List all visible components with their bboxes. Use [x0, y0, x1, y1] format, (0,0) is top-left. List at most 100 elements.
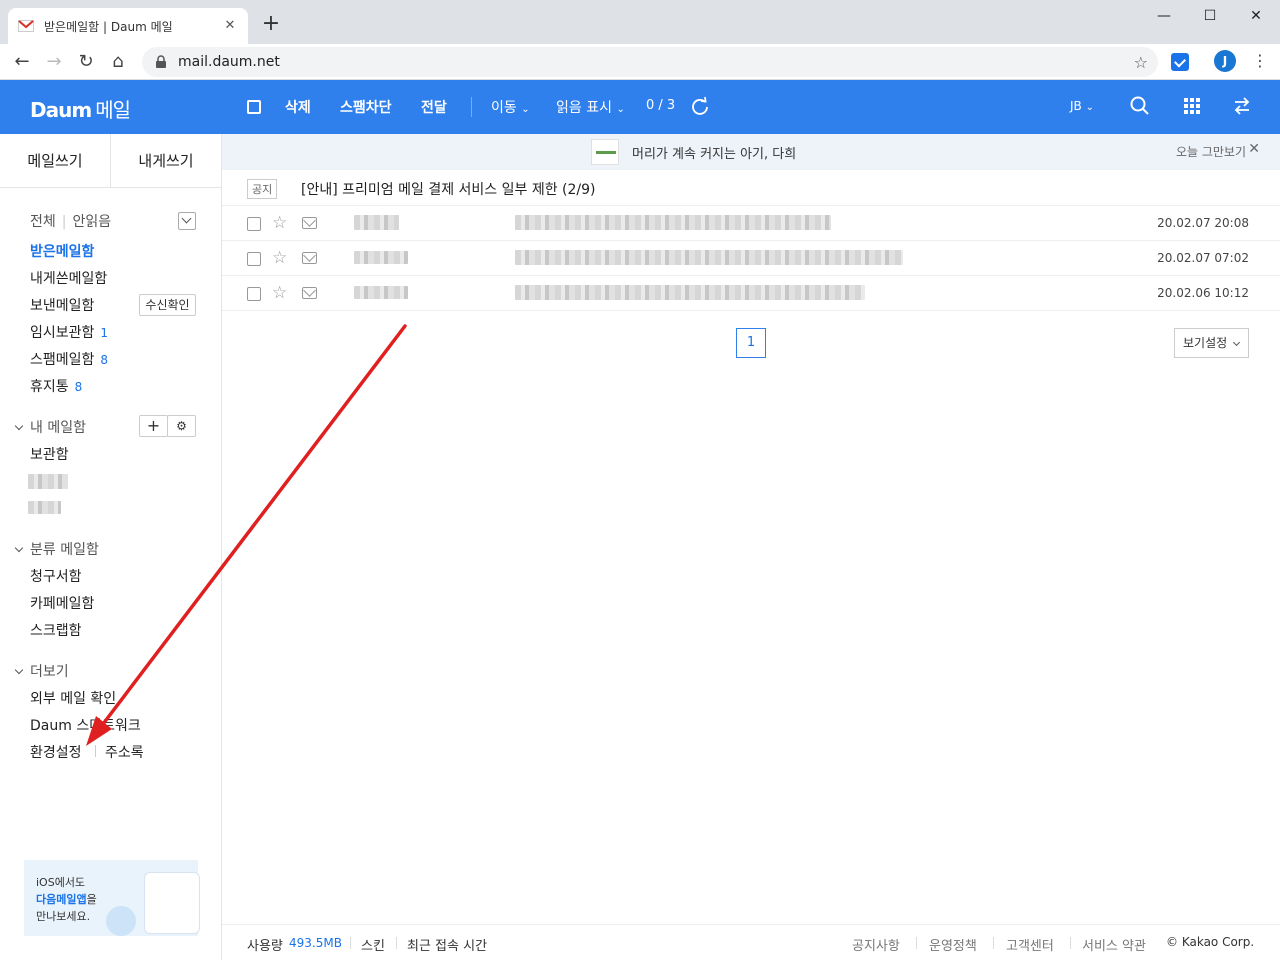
search-icon[interactable] — [1128, 94, 1152, 118]
star-icon[interactable]: ☆ — [272, 213, 287, 233]
notice-tag: 공지 — [247, 179, 278, 199]
browser-menu-icon[interactable]: ⋮ — [1252, 50, 1268, 72]
mailbox-label: 임시보관함 — [30, 325, 95, 341]
category-header[interactable]: 분류 메일함 — [14, 539, 99, 559]
filter-unread[interactable]: 안읽음 — [72, 214, 111, 230]
external-mail-link[interactable]: 외부 메일 확인 — [30, 688, 116, 708]
reload-icon[interactable]: ↻ — [72, 48, 100, 76]
mailbox-scrap[interactable]: 스크랩함 — [30, 620, 82, 640]
close-window-icon[interactable]: ✕ — [1233, 4, 1279, 28]
my-mailbox-header[interactable]: 내 메일함 — [14, 417, 86, 437]
receipt-check-button[interactable]: 수신확인 — [139, 294, 196, 316]
usage-value[interactable]: 493.5MB — [289, 936, 342, 950]
footer-divider — [1070, 937, 1071, 949]
maximize-icon[interactable]: ☐ — [1187, 4, 1233, 28]
blurred-folder[interactable] — [28, 501, 61, 514]
skin-link[interactable]: 스킨 — [361, 935, 385, 954]
section-label: 분류 메일함 — [30, 542, 99, 558]
mail-row[interactable]: ☆ 20.02.07 20:08 — [222, 206, 1280, 241]
mail-checkbox[interactable] — [247, 217, 261, 231]
select-all-checkbox[interactable] — [247, 100, 261, 114]
mailbox-sent[interactable]: 보낸메일함 — [30, 295, 94, 315]
read-mark-label: 읽음 표시 — [556, 100, 612, 116]
mailbox-spam[interactable]: 스팸메일함 8 — [30, 349, 108, 369]
spam-block-button[interactable]: 스팸차단 — [340, 97, 392, 117]
delete-button[interactable]: 삭제 — [285, 97, 311, 117]
app-promo-banner[interactable]: iOS에서도 다음메일앱을 만나보세요. — [24, 860, 200, 936]
browser-titlebar: 받은메일함 | Daum 메일 ✕ + — ☐ ✕ — [0, 0, 1280, 44]
bookmark-star-icon[interactable]: ☆ — [1134, 53, 1148, 72]
address-bar[interactable]: mail.daum.net ☆ — [142, 47, 1158, 77]
forward-icon[interactable]: → — [40, 48, 68, 76]
notice-text[interactable]: [안내] 프리미엄 메일 결제 서비스 일부 제한 (2/9) — [301, 179, 596, 199]
close-tab-icon[interactable]: ✕ — [222, 18, 238, 34]
mail-row[interactable]: ☆ 20.02.06 10:12 — [222, 276, 1280, 311]
chevron-down-icon — [14, 421, 24, 431]
mailbox-cafe[interactable]: 카페메일함 — [30, 593, 94, 613]
refresh-icon[interactable] — [688, 94, 712, 118]
browser-toolbar: ← → ↻ ⌂ mail.daum.net ☆ — [0, 44, 1280, 80]
page-button[interactable]: 1 — [736, 328, 766, 358]
footer-terms-link[interactable]: 서비스 약관 — [1082, 935, 1146, 954]
profile-avatar[interactable]: J — [1214, 50, 1236, 72]
ad-banner[interactable]: 머리가 계속 커지는 아기, 다희 오늘 그만보기 ✕ — [222, 134, 1280, 170]
star-icon[interactable]: ☆ — [272, 248, 287, 268]
gear-icon[interactable]: ⚙ — [167, 415, 196, 437]
settings-link[interactable]: 환경설정 — [30, 742, 82, 762]
switch-arrows-icon[interactable] — [1230, 94, 1254, 118]
mailbox-bills[interactable]: 청구서함 — [30, 566, 82, 586]
read-mark-dropdown[interactable]: 읽음 표시 ⌄ — [556, 97, 625, 117]
ad-dismiss-today[interactable]: 오늘 그만보기 — [1176, 143, 1246, 160]
ad-logo — [591, 139, 619, 165]
logo-text: Daum — [30, 98, 92, 122]
compose-self-button[interactable]: 내게쓰기 — [110, 134, 221, 187]
mail-checkbox[interactable] — [247, 287, 261, 301]
section-label: 더보기 — [30, 664, 69, 680]
mailbox-inbox[interactable]: 받은메일함 — [30, 241, 94, 261]
home-icon[interactable]: ⌂ — [104, 48, 132, 76]
last-login-link[interactable]: 최근 접속 시간 — [407, 935, 487, 954]
browser-tab[interactable]: 받은메일함 | Daum 메일 ✕ — [8, 8, 248, 44]
blurred-subject[interactable] — [515, 215, 831, 230]
promo-line3: 만나보세요. — [36, 910, 91, 923]
apps-grid-icon[interactable] — [1180, 94, 1204, 118]
new-tab-icon[interactable]: + — [260, 13, 282, 36]
blurred-subject[interactable] — [515, 250, 903, 265]
add-folder-button[interactable]: + — [139, 415, 168, 437]
view-settings-dropdown[interactable]: 보기설정 — [1174, 328, 1249, 358]
footer-support-link[interactable]: 고객센터 — [1006, 935, 1054, 954]
filter-all[interactable]: 전체 — [30, 214, 56, 230]
promo-text: iOS에서도 다음메일앱을 만나보세요. — [36, 874, 97, 925]
mailbox-trash[interactable]: 휴지통 8 — [30, 376, 82, 396]
compose-button[interactable]: 메일쓰기 — [0, 134, 110, 187]
blurred-folder[interactable] — [28, 474, 68, 489]
blurred-subject[interactable] — [515, 285, 865, 300]
user-menu[interactable]: JB ⌄ — [1070, 99, 1094, 113]
mailbox-self-sent[interactable]: 내게쓴메일함 — [30, 268, 107, 288]
mailbox-drafts[interactable]: 임시보관함 1 — [30, 322, 108, 342]
mailbox-archive[interactable]: 보관함 — [30, 444, 69, 464]
decorative-circle — [106, 906, 136, 936]
back-icon[interactable]: ← — [8, 48, 36, 76]
forward-button[interactable]: 전달 — [421, 97, 447, 117]
daum-logo[interactable]: Daum 메일 — [30, 94, 131, 123]
mail-row[interactable]: ☆ 20.02.07 07:02 — [222, 241, 1280, 276]
envelope-icon — [302, 252, 317, 264]
footer-notice-link[interactable]: 공지사항 — [852, 935, 900, 954]
smartwork-link[interactable]: Daum 스마트워크 — [30, 715, 141, 735]
minimize-icon[interactable]: — — [1141, 4, 1187, 28]
mail-date: 20.02.06 10:12 — [1157, 286, 1249, 300]
move-dropdown[interactable]: 이동 ⌄ — [491, 97, 530, 117]
star-icon[interactable]: ☆ — [272, 283, 287, 303]
ad-text[interactable]: 머리가 계속 커지는 아기, 다희 — [632, 143, 796, 162]
collapse-toggle[interactable] — [178, 212, 196, 230]
extension-icon[interactable] — [1171, 53, 1189, 71]
footer-policy-link[interactable]: 운영정책 — [929, 935, 977, 954]
address-book-link[interactable]: 주소록 — [105, 742, 144, 762]
link-label: 주소록 — [105, 745, 144, 761]
notice-row[interactable]: 공지 [안내] 프리미엄 메일 결제 서비스 일부 제한 (2/9) — [222, 170, 1280, 206]
more-header[interactable]: 더보기 — [14, 661, 69, 681]
envelope-icon — [302, 287, 317, 299]
mail-checkbox[interactable] — [247, 252, 261, 266]
close-icon[interactable]: ✕ — [1248, 141, 1260, 157]
